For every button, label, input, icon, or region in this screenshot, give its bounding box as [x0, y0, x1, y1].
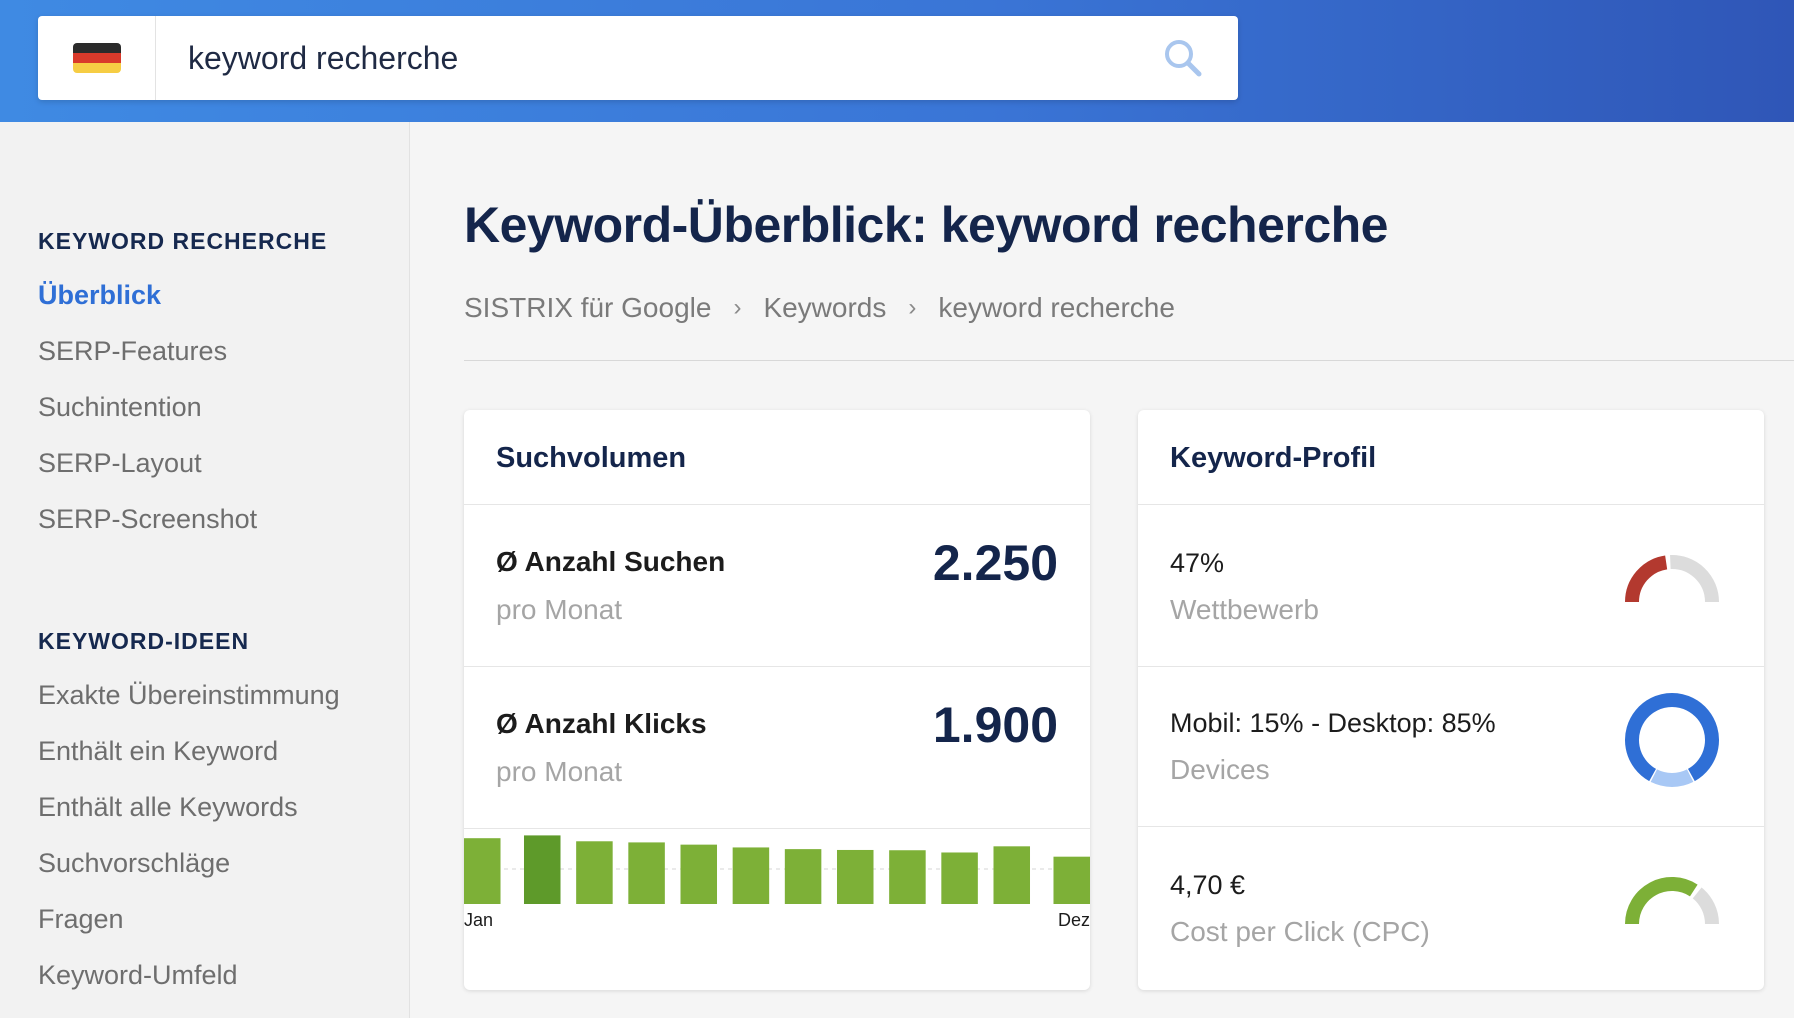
chart-bar-aug[interactable]: [836, 849, 874, 904]
avg-searches-value: 2.250: [932, 535, 1058, 591]
chart-bar-jun[interactable]: [732, 847, 770, 904]
breadcrumb-item-keywords[interactable]: Keywords: [763, 292, 886, 324]
avg-searches-label: Ø Anzahl Suchen: [496, 546, 726, 577]
sidebar-item-serp-screenshot[interactable]: SERP-Screenshot: [38, 504, 257, 535]
gauge-fill: [1625, 877, 1698, 925]
cpc-label: Cost per Click (CPC): [1170, 916, 1430, 947]
competition-label: Wettbewerb: [1170, 594, 1319, 625]
breadcrumb-item-current: keyword recherche: [938, 292, 1175, 323]
devices-label: Devices: [1170, 754, 1270, 785]
cpc-value: 4,70 €: [1170, 870, 1246, 900]
competition-value: 47%: [1170, 548, 1225, 578]
top-header: [0, 0, 1794, 122]
divider: [1138, 826, 1764, 827]
card-title: Suchvolumen: [496, 442, 687, 474]
sidebar-item-serp-layout[interactable]: SERP-Layout: [38, 448, 202, 479]
breadcrumb-item-sistrix[interactable]: SISTRIX für Google: [464, 292, 711, 324]
divider: [464, 666, 1090, 667]
donut-desktop-segment: [1625, 693, 1719, 782]
avg-searches-sub: pro Monat: [496, 594, 623, 625]
search-box: [38, 16, 1238, 100]
sidebar-item-enthaelt-alle-keywords[interactable]: Enthält alle Keywords: [38, 792, 298, 823]
breadcrumb: SISTRIX für Google › Keywords › keyword …: [464, 292, 1175, 324]
country-selector[interactable]: [38, 16, 156, 100]
sidebar-item-suchintention[interactable]: Suchintention: [38, 392, 202, 423]
divider: [1138, 666, 1764, 667]
card-title: Keyword-Profil: [1170, 442, 1377, 474]
sidebar-item-suchvorschlaege[interactable]: Suchvorschläge: [38, 848, 230, 879]
devices-value: Mobil: 15% - Desktop: 85%: [1170, 708, 1496, 738]
monthly-search-volume-chart: Jan Dez: [464, 835, 1090, 930]
gauge-track: [1692, 887, 1719, 925]
chart-bar-sep[interactable]: [889, 850, 926, 904]
chart-bar-jan[interactable]: [464, 838, 501, 904]
chart-bar-jul[interactable]: [784, 849, 822, 904]
devices-donut-icon: [1625, 693, 1719, 787]
sidebar-item-fragen[interactable]: Fragen: [38, 904, 124, 935]
sidebar-section-keyword-ideen: KEYWORD-IDEEN: [38, 628, 250, 654]
chart-bar-mai[interactable]: [680, 844, 718, 904]
chart-tick-label: Dez: [1058, 910, 1090, 930]
avg-clicks-label: Ø Anzahl Klicks: [496, 708, 707, 739]
sidebar-item-serp-features[interactable]: SERP-Features: [38, 336, 227, 367]
sidebar-item-exakte-uebereinstimmung[interactable]: Exakte Übereinstimmung: [38, 680, 340, 711]
donut-mobile-segment: [1650, 769, 1694, 787]
gauge-track: [1670, 555, 1719, 603]
chevron-right-icon: ›: [733, 294, 742, 321]
chart-bar-feb[interactable]: [523, 835, 561, 904]
gauge-fill: [1625, 555, 1668, 603]
avg-clicks-sub: pro Monat: [496, 756, 623, 787]
chart-bar-mär[interactable]: [576, 841, 613, 904]
keyword-profile-card: Keyword-Profil 47% Wettbewerb Mobil: 15%…: [1138, 410, 1764, 990]
search-input[interactable]: [188, 16, 1138, 100]
sidebar-section-keyword-recherche: KEYWORD RECHERCHE: [38, 228, 328, 254]
chart-bar-okt[interactable]: [941, 852, 978, 904]
divider: [464, 504, 1090, 505]
germany-flag-icon: [72, 43, 121, 73]
sidebar-item-ueberblick[interactable]: Überblick: [38, 280, 161, 311]
search-volume-card: Suchvolumen Ø Anzahl Suchen pro Monat 2.…: [464, 410, 1090, 990]
divider: [464, 360, 1794, 361]
avg-clicks-value: 1.900: [932, 697, 1058, 753]
sidebar: KEYWORD RECHERCHE Überblick SERP-Feature…: [0, 122, 410, 1018]
competition-gauge-icon: [1625, 555, 1719, 603]
chevron-right-icon: ›: [908, 294, 917, 321]
page-title: Keyword-Überblick: keyword recherche: [464, 197, 1389, 253]
sidebar-item-keyword-umfeld[interactable]: Keyword-Umfeld: [38, 960, 238, 991]
cpc-gauge-icon: [1625, 877, 1719, 925]
sidebar-item-enthaelt-ein-keyword[interactable]: Enthält ein Keyword: [38, 736, 278, 767]
divider: [1138, 504, 1764, 505]
chart-bar-nov[interactable]: [993, 846, 1031, 904]
chart-tick-label: Jan: [464, 910, 493, 930]
chart-bar-apr[interactable]: [628, 842, 665, 904]
search-icon[interactable]: [1162, 37, 1204, 79]
chart-bar-dez[interactable]: [1053, 856, 1090, 904]
